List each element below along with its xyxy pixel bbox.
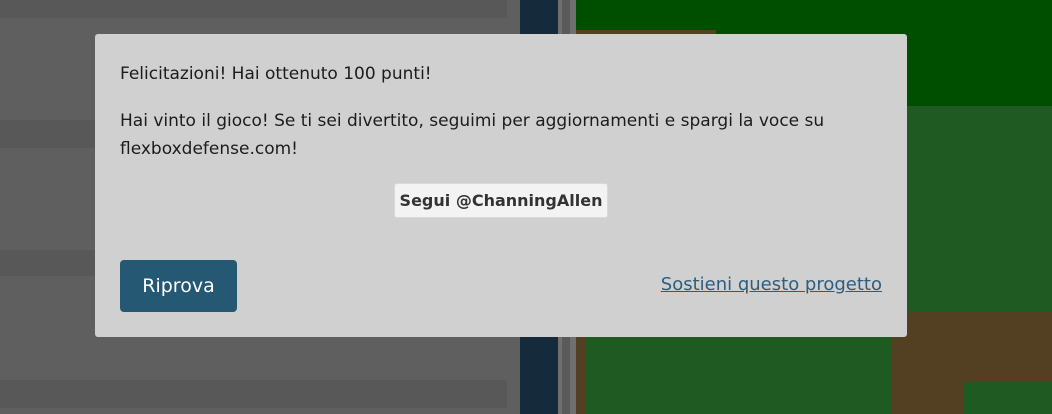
win-dialog: Felicitazioni! Hai ottenuto 100 punti! H… [95, 34, 907, 337]
editor-line [0, 380, 507, 408]
win-message: Hai vinto il gioco! Se ti sei divertito,… [120, 111, 825, 159]
follow-button[interactable]: Segui @ChanningAllen [394, 183, 608, 218]
editor-line [0, 0, 507, 18]
score-message: Felicitazioni! Hai ottenuto 100 punti! [120, 64, 432, 84]
retry-button[interactable]: Riprova [120, 260, 237, 312]
support-project-link[interactable]: Sostieni questo progetto [661, 274, 882, 295]
grass-tile [964, 382, 1052, 414]
